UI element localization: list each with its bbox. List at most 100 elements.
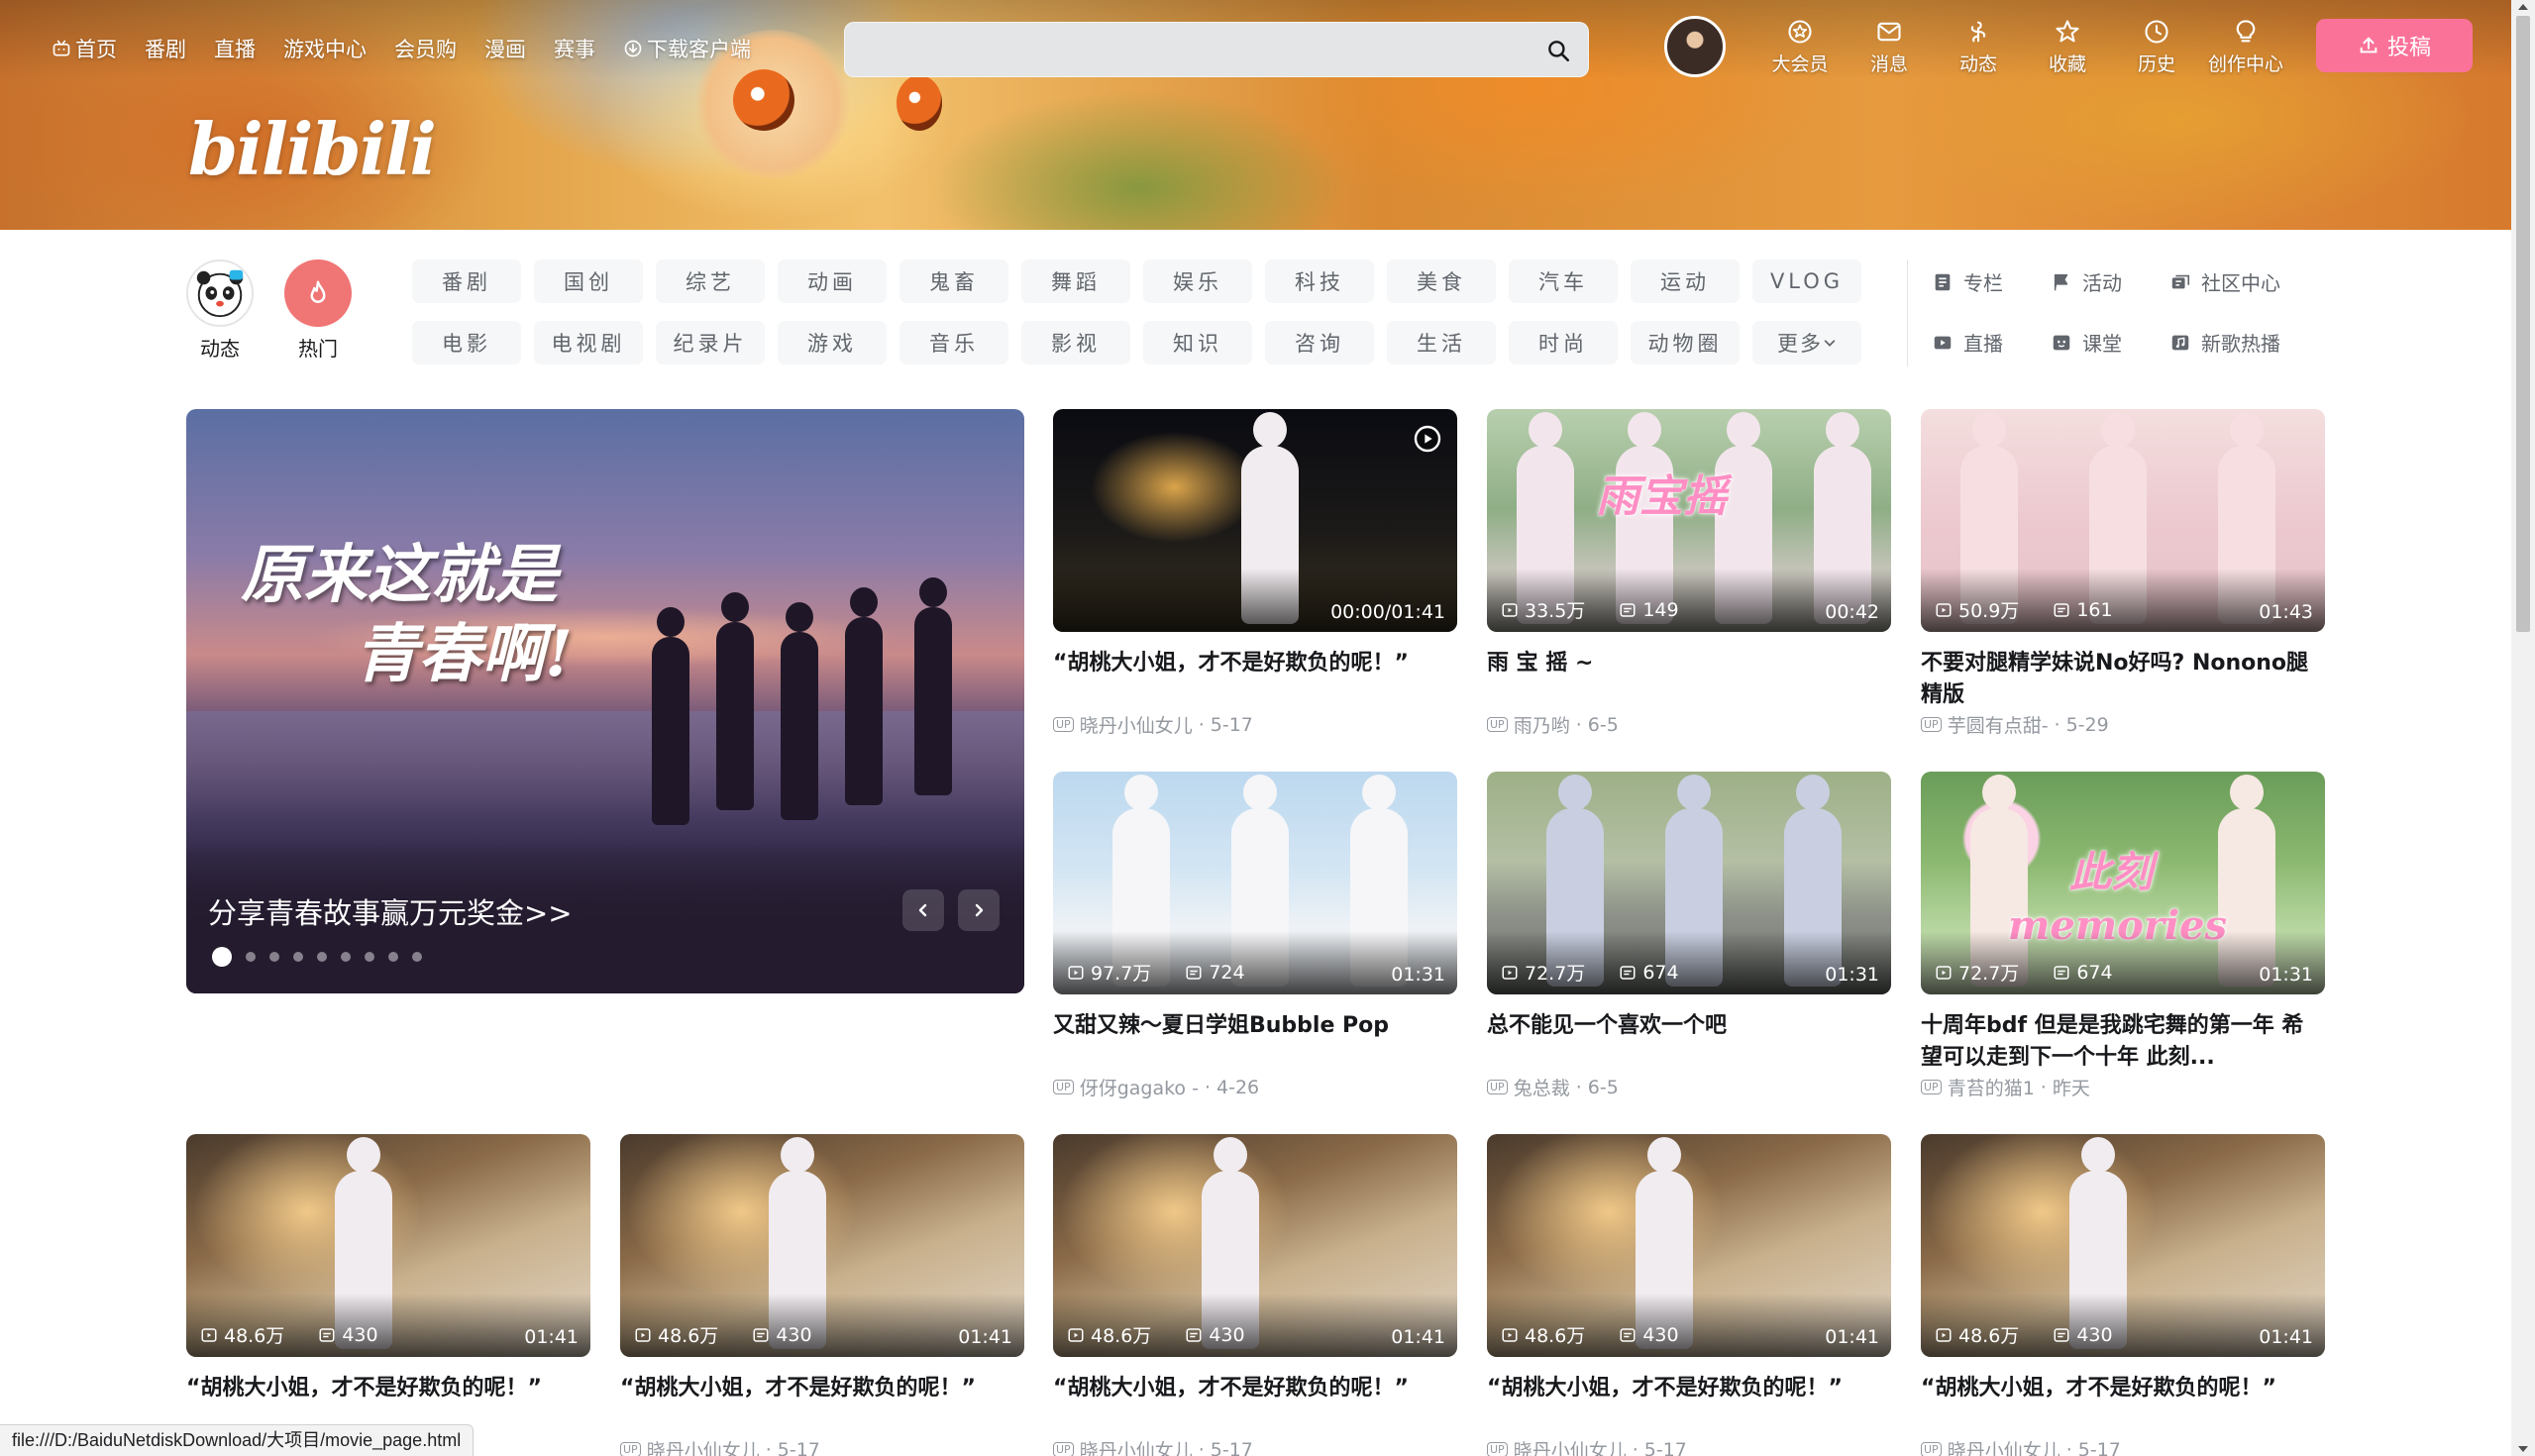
- video-author[interactable]: 晓丹小仙女儿: [1080, 711, 1193, 738]
- side-link[interactable]: 课堂: [2051, 328, 2169, 357]
- video-author[interactable]: 晓丹小仙女儿: [647, 1436, 760, 1456]
- video-card[interactable]: 48.6万43001:41 “胡桃大小姐，才不是好欺负的呢！” UP晓丹小仙女儿·5…: [1487, 1134, 1891, 1456]
- video-meta[interactable]: UP 兔总裁 · 6-5: [1487, 1074, 1619, 1100]
- video-card[interactable]: 00:00/01:41 “胡桃大小姐，才不是好欺负的呢！” UP 晓丹小仙女儿 · 5-1…: [1053, 409, 1457, 737]
- category-button[interactable]: 科技: [1265, 260, 1374, 303]
- user-avatar[interactable]: [1664, 16, 1726, 77]
- video-meta[interactable]: UP 雨乃哟 · 6-5: [1487, 711, 1619, 738]
- carousel-dot[interactable]: [388, 952, 398, 962]
- nav-link[interactable]: 下载客户端: [623, 34, 751, 63]
- video-card[interactable]: 48.6万43001:41“胡桃大小姐，才不是好欺负的呢！”UP晓丹小仙女儿·5…: [186, 1134, 590, 1456]
- category-button[interactable]: 国创: [534, 260, 643, 303]
- video-thumbnail[interactable]: 72.7万 674 01:31: [1487, 772, 1891, 994]
- video-author[interactable]: 晓丹小仙女儿: [1948, 1436, 2060, 1456]
- carousel-dot[interactable]: [212, 947, 232, 967]
- video-author[interactable]: 青苔的猫1: [1948, 1074, 2035, 1100]
- video-meta[interactable]: UP 芋圆有点甜- · 5-29: [1921, 711, 2109, 738]
- nav-link[interactable]: 首页: [52, 34, 117, 63]
- video-title[interactable]: “胡桃大小姐，才不是好欺负的呢！”: [1921, 1373, 2325, 1404]
- header-entry[interactable]: 创作中心: [2201, 16, 2290, 76]
- header-entry[interactable]: 动态: [1934, 16, 2023, 76]
- video-title[interactable]: 又甜又辣～夏日学姐Bubble Pop: [1053, 1010, 1457, 1042]
- video-card[interactable]: 48.6万43001:41 “胡桃大小姐，才不是好欺负的呢！” UP晓丹小仙女儿·5…: [1921, 1134, 2325, 1456]
- carousel-dot[interactable]: [341, 952, 351, 962]
- category-button[interactable]: 鬼畜: [899, 260, 1008, 303]
- video-meta[interactable]: UP 伢伢gagako - · 4-26: [1053, 1074, 1259, 1100]
- video-title[interactable]: “胡桃大小姐，才不是好欺负的呢！”: [1053, 1373, 1457, 1404]
- nav-link[interactable]: 番剧: [145, 34, 186, 63]
- category-button[interactable]: 电视剧: [534, 321, 643, 364]
- category-button[interactable]: 纪录片: [656, 321, 765, 364]
- video-title[interactable]: 雨 宝 摇 ~: [1487, 648, 1891, 679]
- carousel-dot[interactable]: [317, 952, 327, 962]
- video-title[interactable]: “胡桃大小姐，才不是好欺负的呢！”: [1487, 1373, 1891, 1404]
- nav-link[interactable]: 直播: [214, 34, 256, 63]
- scroll-up-arrow-icon[interactable]: [2518, 4, 2528, 10]
- carousel-prev-button[interactable]: [902, 889, 944, 931]
- video-title[interactable]: 总不能见一个喜欢一个吧: [1487, 1010, 1891, 1042]
- carousel-next-button[interactable]: [958, 889, 1000, 931]
- category-button[interactable]: 舞蹈: [1021, 260, 1130, 303]
- category-button[interactable]: 影视: [1021, 321, 1130, 364]
- video-author[interactable]: 兔总裁: [1514, 1074, 1570, 1100]
- video-card[interactable]: 雨宝摇 33.5万 149 00:42 雨 宝 摇 ~ UP 雨乃哟 · 6-5: [1487, 409, 1891, 737]
- category-button[interactable]: 音乐: [899, 321, 1008, 364]
- category-button[interactable]: 动物圈: [1631, 321, 1740, 364]
- nav-link[interactable]: 会员购: [394, 34, 457, 63]
- video-thumbnail[interactable]: 00:00/01:41: [1053, 409, 1457, 632]
- header-entry[interactable]: 历史: [2112, 16, 2201, 76]
- side-link[interactable]: 直播: [1932, 328, 2051, 357]
- category-button[interactable]: 动画: [778, 260, 887, 303]
- category-button[interactable]: 知识: [1143, 321, 1252, 364]
- carousel-dot[interactable]: [293, 952, 303, 962]
- video-author[interactable]: 伢伢gagako -: [1080, 1074, 1199, 1100]
- video-card[interactable]: 72.7万 674 01:31 总不能见一个喜欢一个吧 UP 兔总裁 · 6-5: [1487, 772, 1891, 1099]
- category-button[interactable]: 游戏: [778, 321, 887, 364]
- video-thumbnail[interactable]: 48.6万 430 01:41: [1487, 1134, 1891, 1357]
- page-scrollbar[interactable]: [2511, 0, 2535, 1456]
- video-meta[interactable]: UP 晓丹小仙女儿 · 5-17: [1487, 1436, 1687, 1456]
- video-author[interactable]: 芋圆有点甜-: [1948, 711, 2049, 738]
- video-author[interactable]: 晓丹小仙女儿: [1514, 1436, 1627, 1456]
- nav-link[interactable]: 游戏中心: [283, 34, 367, 63]
- category-button[interactable]: 番剧: [412, 260, 521, 303]
- video-author[interactable]: 晓丹小仙女儿: [1080, 1436, 1193, 1456]
- video-meta[interactable]: UP 晓丹小仙女儿 · 5-17: [1921, 1436, 2121, 1456]
- category-more-button[interactable]: 更多: [1752, 321, 1861, 364]
- category-button[interactable]: VLOG: [1752, 260, 1861, 303]
- video-card[interactable]: 50.9万 161 01:43 不要对腿精学妹说No好吗? Nonono腿精版 UP 芋圆…: [1921, 409, 2325, 737]
- watch-later-icon[interactable]: [1412, 423, 1443, 455]
- video-meta[interactable]: UP 晓丹小仙女儿 · 5-17: [620, 1436, 820, 1456]
- category-button[interactable]: 美食: [1387, 260, 1496, 303]
- video-title[interactable]: “胡桃大小姐，才不是好欺负的呢！”: [620, 1373, 1024, 1404]
- nav-link[interactable]: 赛事: [554, 34, 595, 63]
- carousel-dot[interactable]: [365, 952, 374, 962]
- category-button[interactable]: 电影: [412, 321, 521, 364]
- category-button[interactable]: 运动: [1631, 260, 1740, 303]
- carousel-dot[interactable]: [412, 952, 422, 962]
- video-title[interactable]: 不要对腿精学妹说No好吗? Nonono腿精版: [1921, 648, 2325, 711]
- carousel-dot[interactable]: [246, 952, 256, 962]
- video-title[interactable]: 十周年bdf 但是是我跳宅舞的第一年 希望可以走到下一个十年 此刻...: [1921, 1010, 2325, 1074]
- category-button[interactable]: 时尚: [1509, 321, 1618, 364]
- video-thumbnail[interactable]: 97.7万 724 01:31: [1053, 772, 1457, 994]
- category-button[interactable]: 汽车: [1509, 260, 1618, 303]
- carousel-dot[interactable]: [269, 952, 279, 962]
- video-card[interactable]: 97.7万 724 01:31 又甜又辣～夏日学姐Bubble Pop UP 伢伢gaga…: [1053, 772, 1457, 1099]
- video-card[interactable]: 此刻 memories 72.7万 674 01:31 十周年bdf 但是是我跳宅舞的第一…: [1921, 772, 2325, 1099]
- category-button[interactable]: 综艺: [656, 260, 765, 303]
- video-title[interactable]: “胡桃大小姐，才不是好欺负的呢！”: [1053, 648, 1457, 679]
- side-link[interactable]: 新歌热播: [2169, 328, 2308, 357]
- video-thumbnail[interactable]: 48.6万 430 01:41: [186, 1134, 590, 1357]
- video-thumbnail[interactable]: 雨宝摇 33.5万 149 00:42: [1487, 409, 1891, 632]
- header-entry[interactable]: 大会员: [1755, 16, 1845, 76]
- header-entry[interactable]: 消息: [1845, 16, 1934, 76]
- video-meta[interactable]: UP 青苔的猫1 · 昨天: [1921, 1074, 2090, 1100]
- video-thumbnail[interactable]: 此刻 memories 72.7万 674 01:31: [1921, 772, 2325, 994]
- video-title[interactable]: “胡桃大小姐，才不是好欺负的呢！”: [186, 1373, 590, 1404]
- side-link[interactable]: 专栏: [1932, 267, 2051, 296]
- category-button[interactable]: 娱乐: [1143, 260, 1252, 303]
- video-thumbnail[interactable]: 48.6万 430 01:41: [1921, 1134, 2325, 1357]
- side-link[interactable]: 活动: [2051, 267, 2169, 296]
- category-button[interactable]: 咨询: [1265, 321, 1374, 364]
